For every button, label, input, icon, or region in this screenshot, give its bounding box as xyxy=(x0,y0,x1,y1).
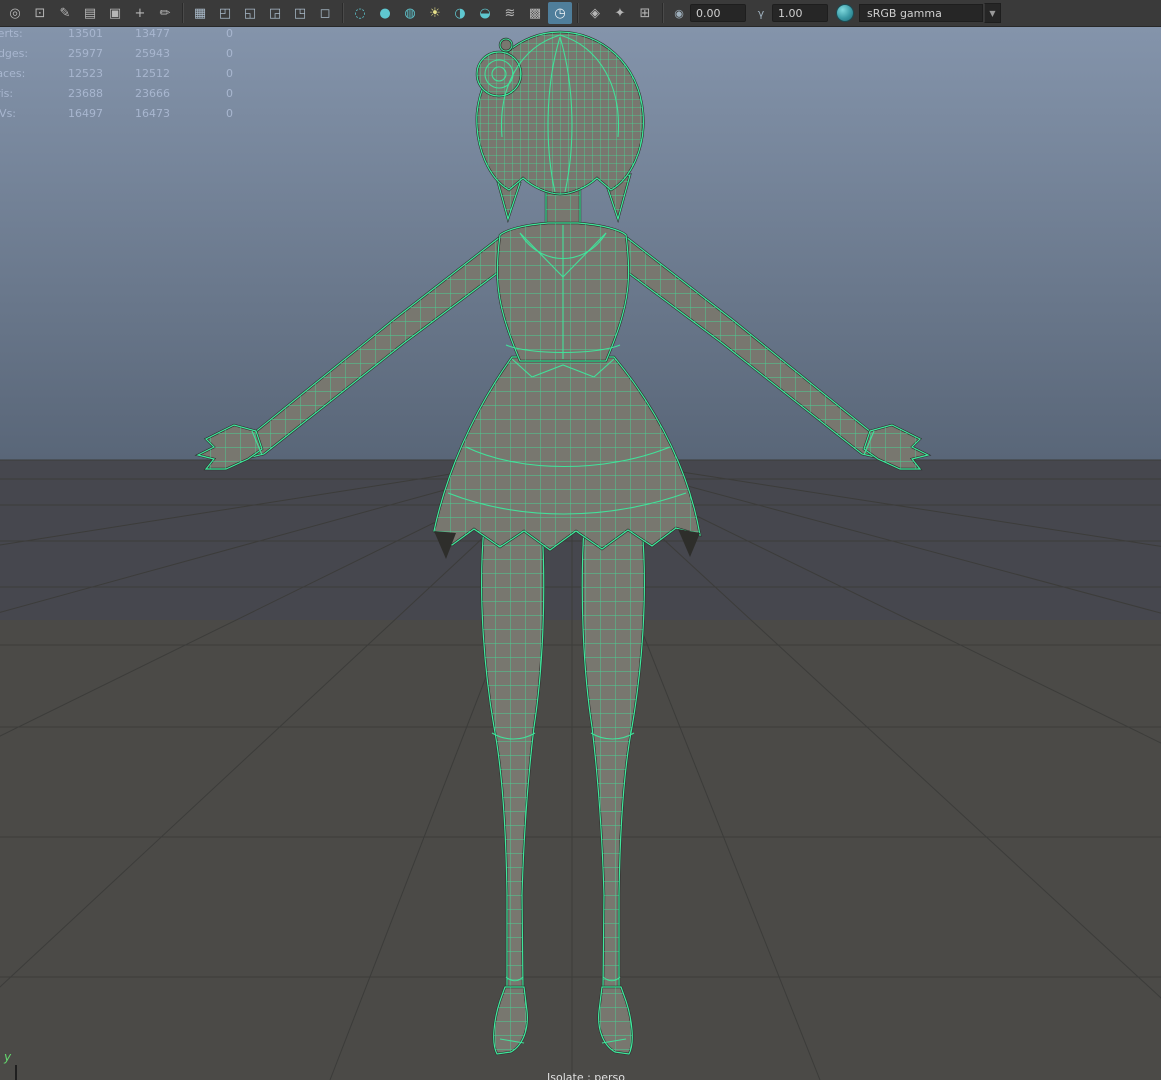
viewport-settings-icon[interactable]: ⊞ xyxy=(633,2,657,24)
camera-attributes-icon[interactable]: ✎ xyxy=(53,2,77,24)
gamma-input[interactable]: 1.00 xyxy=(772,4,828,22)
grid-display-icon[interactable]: ▦ xyxy=(188,2,212,24)
hud-label: UVs: xyxy=(0,106,17,120)
gamma-icon: γ xyxy=(757,6,765,20)
sequence-time-icon[interactable]: ◷ xyxy=(548,2,572,24)
view-transform-select[interactable]: sRGB gamma xyxy=(859,4,983,22)
toolbar-separator xyxy=(662,3,663,23)
multisample-icon[interactable]: ▩ xyxy=(523,2,547,24)
gate-mask-icon[interactable]: ◲ xyxy=(263,2,287,24)
safe-action-icon[interactable]: ◻ xyxy=(313,2,337,24)
xray-display-icon[interactable]: ◈ xyxy=(583,2,607,24)
grease-pencil-icon[interactable]: ✏ xyxy=(153,2,177,24)
hud-value: 16497 xyxy=(68,106,103,120)
screen-space-ao-icon[interactable]: ◒ xyxy=(473,2,497,24)
axis-gizmo-y-label: y xyxy=(4,1050,12,1064)
color-management-icon[interactable] xyxy=(836,4,854,22)
shadows-icon[interactable]: ◑ xyxy=(448,2,472,24)
textured-display-icon[interactable]: ◍ xyxy=(398,2,422,24)
lock-camera-icon[interactable]: ⊡ xyxy=(28,2,52,24)
axis-gizmo-icon xyxy=(15,1065,17,1080)
hud-label: Verts: xyxy=(0,26,23,40)
exposure-icon: ◉ xyxy=(674,6,684,20)
image-plane-icon[interactable]: ▣ xyxy=(103,2,127,24)
bookmarks-icon[interactable]: ▤ xyxy=(78,2,102,24)
exposure-field: ◉ 0.00 xyxy=(671,4,746,22)
resolution-gate-icon[interactable]: ◱ xyxy=(238,2,262,24)
hud-row-faces: Faces: 12523 12512 0 xyxy=(0,63,233,83)
toolbar-separator xyxy=(577,3,578,23)
hud-value: 25943 xyxy=(135,46,170,60)
maya-viewport-window: ◎ ⊡ ✎ ▤ ▣ + ✏ ▦ ◰ ◱ ◲ ◳ ◻ ◌ ● ◍ ☀ ◑ ◒ ≋ … xyxy=(0,0,1161,1080)
hud-value: 13477 xyxy=(135,26,170,40)
hud-row-uvs: UVs: 16497 16473 0 xyxy=(0,103,233,123)
hud-label: Edges: xyxy=(0,46,29,60)
hud-row-tris: Tris: 23688 23666 0 xyxy=(0,83,233,103)
field-chart-icon[interactable]: ◳ xyxy=(288,2,312,24)
select-camera-icon[interactable]: ◎ xyxy=(3,2,27,24)
hud-value: 13501 xyxy=(68,26,103,40)
hud-value: 12523 xyxy=(68,66,103,80)
hud-value: 23666 xyxy=(135,86,170,100)
hud-value: 0 xyxy=(226,46,233,60)
use-all-lights-icon[interactable]: ☀ xyxy=(423,2,447,24)
toolbar-separator xyxy=(342,3,343,23)
hud-value: 0 xyxy=(226,26,233,40)
hud-value: 23688 xyxy=(68,86,103,100)
motion-blur-icon[interactable]: ≋ xyxy=(498,2,522,24)
hud-value: 12512 xyxy=(135,66,170,80)
hud-value: 16473 xyxy=(135,106,170,120)
hud-label: Faces: xyxy=(0,66,26,80)
viewport-canvas[interactable] xyxy=(0,27,1161,1080)
backface-culling-icon[interactable]: ✦ xyxy=(608,2,632,24)
hud-row-edges: Edges: 25977 25943 0 xyxy=(0,43,233,63)
toolbar-separator xyxy=(182,3,183,23)
hud-value: 0 xyxy=(226,106,233,120)
hud-value: 0 xyxy=(226,66,233,80)
chevron-down-icon[interactable]: ▼ xyxy=(984,3,1001,23)
pan-zoom-icon[interactable]: + xyxy=(128,2,152,24)
poly-count-hud: Verts: 13501 13477 0 Edges: 25977 25943 … xyxy=(0,23,233,123)
film-gate-icon[interactable]: ◰ xyxy=(213,2,237,24)
gamma-field: γ 1.00 xyxy=(753,4,828,22)
hud-value: 25977 xyxy=(68,46,103,60)
hud-label: Tris: xyxy=(0,86,14,100)
exposure-input[interactable]: 0.00 xyxy=(690,4,746,22)
hud-row-verts: Verts: 13501 13477 0 xyxy=(0,23,233,43)
smooth-shade-icon[interactable]: ● xyxy=(373,2,397,24)
hud-value: 0 xyxy=(226,86,233,100)
wireframe-display-icon[interactable]: ◌ xyxy=(348,2,372,24)
isolate-status-label: Isolate : perso xyxy=(547,1071,626,1080)
